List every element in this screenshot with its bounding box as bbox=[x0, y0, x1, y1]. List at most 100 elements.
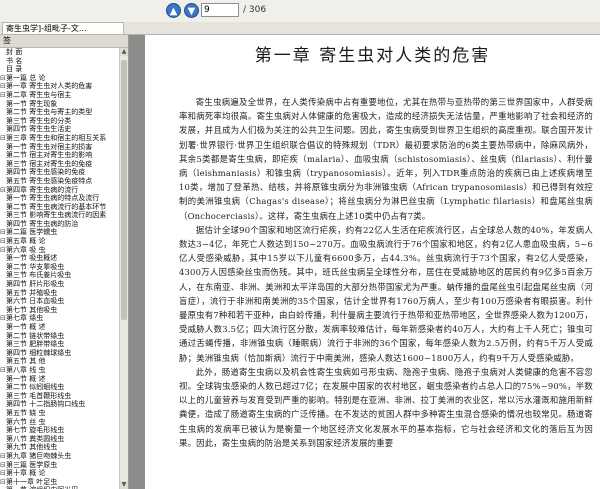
bookmark-label: 第一节 寄生虫病的特点及流行 bbox=[6, 194, 100, 203]
scroll-down-icon[interactable]: ▼ bbox=[120, 481, 128, 489]
bookmark-item[interactable]: 第五节 寄生虫感染免疫特点 bbox=[0, 177, 119, 186]
bookmark-item[interactable]: 第一节 概 述 bbox=[0, 375, 119, 384]
next-page-button[interactable]: ▼ bbox=[184, 3, 199, 18]
bookmark-item[interactable]: 第一节 概 述 bbox=[0, 323, 119, 332]
arrow-up-icon: ▲ bbox=[169, 6, 178, 17]
bookmark-label: 第十章 概 论 bbox=[6, 469, 46, 478]
bookmark-label: 第一节 概 述 bbox=[6, 323, 46, 331]
bookmark-item[interactable]: 第四节 肝片形吸虫 bbox=[0, 280, 119, 289]
bookmark-item[interactable]: 第六节 丝 虫 bbox=[0, 418, 119, 427]
bookmark-item[interactable]: 目 录 bbox=[0, 65, 119, 74]
bookmark-label: 第三节 肥胖带绦虫 bbox=[6, 340, 65, 349]
bookmark-item[interactable]: 第二节 宿主对寄生虫的影响 bbox=[0, 151, 119, 160]
page-total: / 306 bbox=[243, 5, 267, 15]
bookmark-label: 第三节 毛首鞭形线虫 bbox=[6, 391, 72, 400]
scroll-up-icon[interactable]: ▲ bbox=[120, 48, 128, 56]
bookmark-label: 第六节 日本血吸虫 bbox=[6, 297, 65, 306]
bookmark-item[interactable]: 第一节 寄生现象 bbox=[0, 100, 119, 109]
bookmark-label: 第二章 寄生虫与宿主 bbox=[6, 90, 72, 99]
bookmark-item[interactable]: 第五节 其 他 bbox=[0, 357, 119, 366]
bookmark-item[interactable]: ⊟第一篇 总 论 bbox=[0, 74, 119, 83]
bookmark-label: 第二篇 医学蠕虫 bbox=[6, 228, 58, 237]
page-number-input[interactable] bbox=[201, 3, 239, 17]
bookmark-label: 第四节 细粒棘球绦虫 bbox=[6, 348, 72, 357]
bookmark-item[interactable]: ⊟第九章 猪巨吻棘头虫 bbox=[0, 452, 119, 461]
bookmark-item[interactable]: ⊟第十一章 叶足虫 bbox=[0, 478, 119, 487]
paragraph: 寄生虫病遍及全世界，在人类传染病中占有重要地位，尤其在热带与亚热带的第三世界国家… bbox=[179, 97, 593, 221]
bookmark-item[interactable]: 第二节 寄生虫病流行的基本环节 bbox=[0, 203, 119, 212]
bookmark-item[interactable]: 第三节 寄生虫的分类 bbox=[0, 117, 119, 126]
bookmark-label: 第八章 线 虫 bbox=[6, 365, 46, 374]
bookmark-label: 第五章 概 论 bbox=[6, 237, 46, 246]
bookmark-item[interactable]: ⊟第三篇 医学原虫 bbox=[0, 461, 119, 470]
bookmark-item[interactable]: 第三节 影响寄生虫病流行的因素 bbox=[0, 211, 119, 220]
bookmark-item[interactable]: 第一节 寄生虫病的特点及流行 bbox=[0, 194, 119, 203]
bookmark-item[interactable]: 书 名 bbox=[0, 57, 119, 66]
bookmark-item[interactable]: 第九节 其他线虫 bbox=[0, 443, 119, 452]
bookmark-label: 第二节 链状带绦虫 bbox=[6, 331, 65, 340]
bookmark-item[interactable]: 第八节 粪类圆线虫 bbox=[0, 435, 119, 444]
previous-page-button[interactable]: ▲ bbox=[166, 3, 181, 18]
bookmark-item[interactable]: 第二节 似蚓蛔线虫 bbox=[0, 383, 119, 392]
chapter-title: 第一章 寄生虫对人类的危害 bbox=[254, 46, 491, 66]
bookmark-label: 第一节 吸虫概述 bbox=[6, 254, 58, 263]
bookmark-item[interactable]: 第三节 布氏姜片吸虫 bbox=[0, 271, 119, 280]
bookmark-item[interactable]: 第四节 细粒棘球绦虫 bbox=[0, 349, 119, 358]
bookmark-item[interactable]: 第五节 并殖吸虫 bbox=[0, 289, 119, 298]
bookmark-label: 第一篇 总 论 bbox=[6, 73, 46, 82]
bookmark-label: 第七节 旋毛形线虫 bbox=[6, 426, 65, 435]
bookmark-item[interactable]: ⊟第二章 寄生虫与宿主 bbox=[0, 91, 119, 100]
document-view: 第一章 寄生虫对人类的危害 寄生虫病遍及全世界，在人类传染病中占有重要地位，尤其… bbox=[129, 35, 600, 489]
paragraph: 据估计全球90个国家和地区流行疟疾，约有22亿人生活在疟疾流行区，占全球总人数的… bbox=[179, 224, 593, 363]
bookmark-item[interactable]: 第三节 肥胖带绦虫 bbox=[0, 340, 119, 349]
bookmark-label: 第二节 华支睾吸虫 bbox=[6, 262, 65, 271]
bookmarks-scrollbar[interactable]: ▲ ▼ bbox=[119, 48, 128, 489]
bookmark-item[interactable]: 第四节 寄生虫病的防治 bbox=[0, 220, 119, 229]
bookmark-label: 第八节 粪类圆线虫 bbox=[6, 434, 65, 443]
bookmark-item[interactable]: 封 面 bbox=[0, 48, 119, 57]
bookmark-list: 封 面书 名目 录 ⊟第一篇 总 论 ⊟第一章 寄生虫对人类的危害 ⊟第二章 寄生虫与… bbox=[0, 48, 119, 489]
paragraph: 此外，肠道寄生虫病以及机会性寄生虫病如弓形虫病、隐孢子虫病、隐孢子虫病对人类健康… bbox=[179, 366, 593, 448]
bookmarks-panel: 签 封 面书 名目 录 ⊟第一篇 总 论 ⊟第一章 寄生虫对人类的危害 ⊟第二章 寄生… bbox=[0, 35, 129, 489]
bookmark-label: 第七章 绦虫 bbox=[6, 314, 44, 323]
toolbar: ▲ ▼ / 306 bbox=[0, 0, 600, 23]
bookmark-item[interactable]: 第三节 毛首鞭形线虫 bbox=[0, 392, 119, 401]
page-body: 寄生虫病遍及全世界，在人类传染病中占有重要地位，尤其在热带与亚热带的第三世界国家… bbox=[179, 95, 593, 485]
bookmark-item[interactable]: ⊟第四章 寄生虫病的流行 bbox=[0, 186, 119, 195]
bookmark-item[interactable]: ⊟第七章 绦虫 bbox=[0, 314, 119, 323]
bookmark-label: 第五节 寄生虫感染免疫特点 bbox=[6, 176, 93, 185]
bookmark-item[interactable]: ⊟第三章 寄生虫和宿主的相互关系 bbox=[0, 134, 119, 143]
bookmark-item[interactable]: ⊟第八章 线 虫 bbox=[0, 366, 119, 375]
bookmark-label: 第一节 寄生虫对宿主的损害 bbox=[6, 142, 93, 151]
bookmark-item[interactable]: ⊟第六章 吸 虫 bbox=[0, 246, 119, 255]
bookmark-label: 第三节 布氏姜片吸虫 bbox=[6, 271, 72, 280]
bookmark-item[interactable]: ⊟第二篇 医学蠕虫 bbox=[0, 228, 119, 237]
bookmark-item[interactable]: 第一节 吸虫概述 bbox=[0, 254, 119, 263]
bookmark-label: 第一节 概 述 bbox=[6, 374, 46, 383]
bookmark-item[interactable]: 第二节 华支睾吸虫 bbox=[0, 263, 119, 272]
bookmark-item[interactable]: 第二节 寄生虫与寄主的类型 bbox=[0, 108, 119, 117]
bookmark-item[interactable]: ⊟第一章 寄生虫对人类的危害 bbox=[0, 82, 119, 91]
bookmark-label: 第一章 寄生虫对人类的危害 bbox=[6, 82, 93, 91]
bookmark-item[interactable]: ⊟第十章 概 论 bbox=[0, 469, 119, 478]
bookmark-item[interactable]: 第四节 寄生虫感染的免疫 bbox=[0, 168, 119, 177]
bookmark-item[interactable]: 第三节 宿主对寄生虫的免疫 bbox=[0, 160, 119, 169]
bookmark-item[interactable]: ⊟第五章 概 论 bbox=[0, 237, 119, 246]
bookmark-label: 第四节 寄生虫感染的免疫 bbox=[6, 168, 86, 177]
bookmark-label: 目 录 bbox=[6, 65, 23, 74]
bookmark-label: 第三节 寄生虫的分类 bbox=[6, 116, 72, 125]
bookmark-item[interactable]: 第七节 其他吸虫 bbox=[0, 306, 119, 315]
bookmark-label: 第三节 宿主对寄生虫的免疫 bbox=[6, 159, 93, 168]
bookmark-item[interactable]: 第一节 寄生虫对宿主的损害 bbox=[0, 143, 119, 152]
bookmark-item[interactable]: 第六节 日本血吸虫 bbox=[0, 297, 119, 306]
bookmark-item[interactable]: 第四节 十二指肠钩口线虫 bbox=[0, 400, 119, 409]
bookmark-item[interactable]: 第二节 链状带绦虫 bbox=[0, 332, 119, 341]
tab-document[interactable]: 寄生虫学]-组毗子-文... bbox=[2, 22, 124, 34]
bookmark-item[interactable]: 第七节 旋毛形线虫 bbox=[0, 426, 119, 435]
bookmark-item[interactable]: 第五节 蛲 虫 bbox=[0, 409, 119, 418]
bookmark-label: 第二节 宿主对寄生虫的影响 bbox=[6, 151, 93, 160]
scroll-thumb[interactable] bbox=[121, 60, 127, 320]
pdf-page: 第一章 寄生虫对人类的危害 寄生虫病遍及全世界，在人类传染病中占有重要地位，尤其… bbox=[145, 35, 600, 489]
bookmark-item[interactable]: 第四节 寄生虫生活史 bbox=[0, 125, 119, 134]
bookmark-label: 第九章 猪巨吻棘头虫 bbox=[6, 451, 72, 460]
